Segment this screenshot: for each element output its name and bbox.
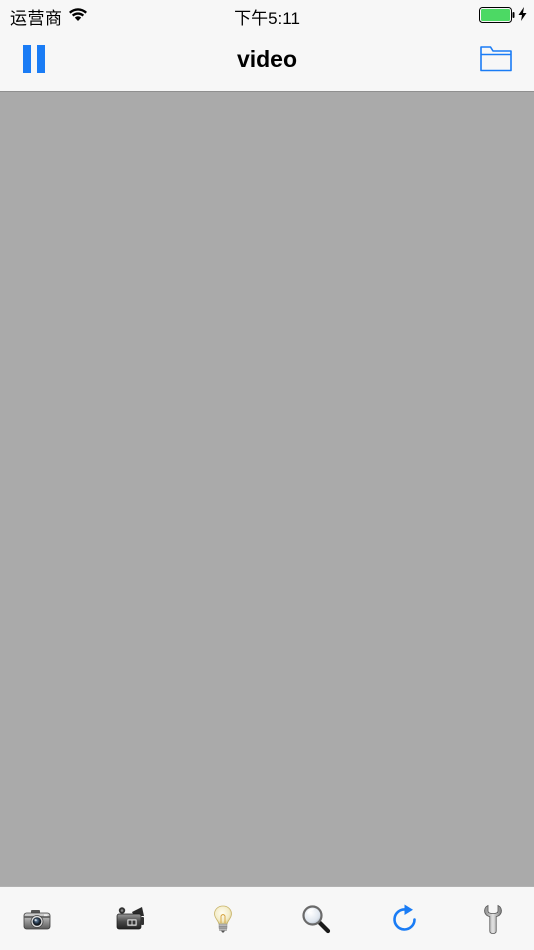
video-view[interactable]	[0, 92, 534, 886]
app-screen: 运营商 下午5:11 video	[0, 0, 534, 950]
lightbulb-icon	[214, 905, 232, 933]
light-button[interactable]	[207, 903, 239, 935]
search-button[interactable]	[300, 903, 332, 935]
refresh-icon	[393, 904, 416, 931]
bottom-toolbar	[0, 886, 534, 950]
status-time: 下午5:11	[234, 9, 300, 28]
video-camera-button[interactable]	[114, 903, 146, 935]
camera-icon	[23, 910, 51, 930]
navigation-bar: video	[0, 30, 534, 92]
charging-bolt-icon	[518, 7, 527, 21]
folder-button[interactable]	[480, 45, 512, 72]
video-camera-icon	[116, 907, 144, 930]
refresh-button[interactable]	[389, 903, 421, 935]
battery-icon	[479, 7, 515, 23]
settings-button[interactable]	[477, 903, 509, 935]
wrench-icon	[484, 904, 502, 934]
status-bar: 运营商 下午5:11	[0, 0, 534, 30]
camera-button[interactable]	[21, 903, 53, 935]
folder-icon	[480, 46, 512, 72]
magnifier-icon	[302, 905, 331, 934]
page-title: video	[236, 46, 298, 72]
